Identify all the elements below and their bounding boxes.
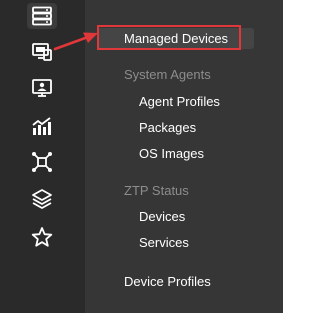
annotation-arrow-icon xyxy=(53,32,98,51)
menu-item-agent-profiles[interactable]: Agent Profiles xyxy=(139,94,220,109)
menu-item-os-images[interactable]: OS Images xyxy=(139,146,204,161)
star-icon[interactable] xyxy=(27,224,57,250)
annotation-highlight-box xyxy=(97,25,241,50)
menu-item-devices[interactable]: Devices xyxy=(139,209,185,224)
menu-item-device-profiles[interactable]: Device Profiles xyxy=(124,274,211,289)
agent-monitor-icon[interactable] xyxy=(27,75,57,101)
layers-icon[interactable] xyxy=(27,186,57,212)
section-header-ztp-status: ZTP Status xyxy=(124,183,189,198)
menu-item-services[interactable]: Services xyxy=(139,235,189,250)
menu-item-packages[interactable]: Packages xyxy=(139,120,196,135)
server-rack-icon[interactable] xyxy=(27,3,57,29)
analytics-chart-icon[interactable] xyxy=(27,113,57,139)
network-nodes-icon[interactable] xyxy=(27,149,57,175)
section-header-system-agents: System Agents xyxy=(124,67,211,82)
